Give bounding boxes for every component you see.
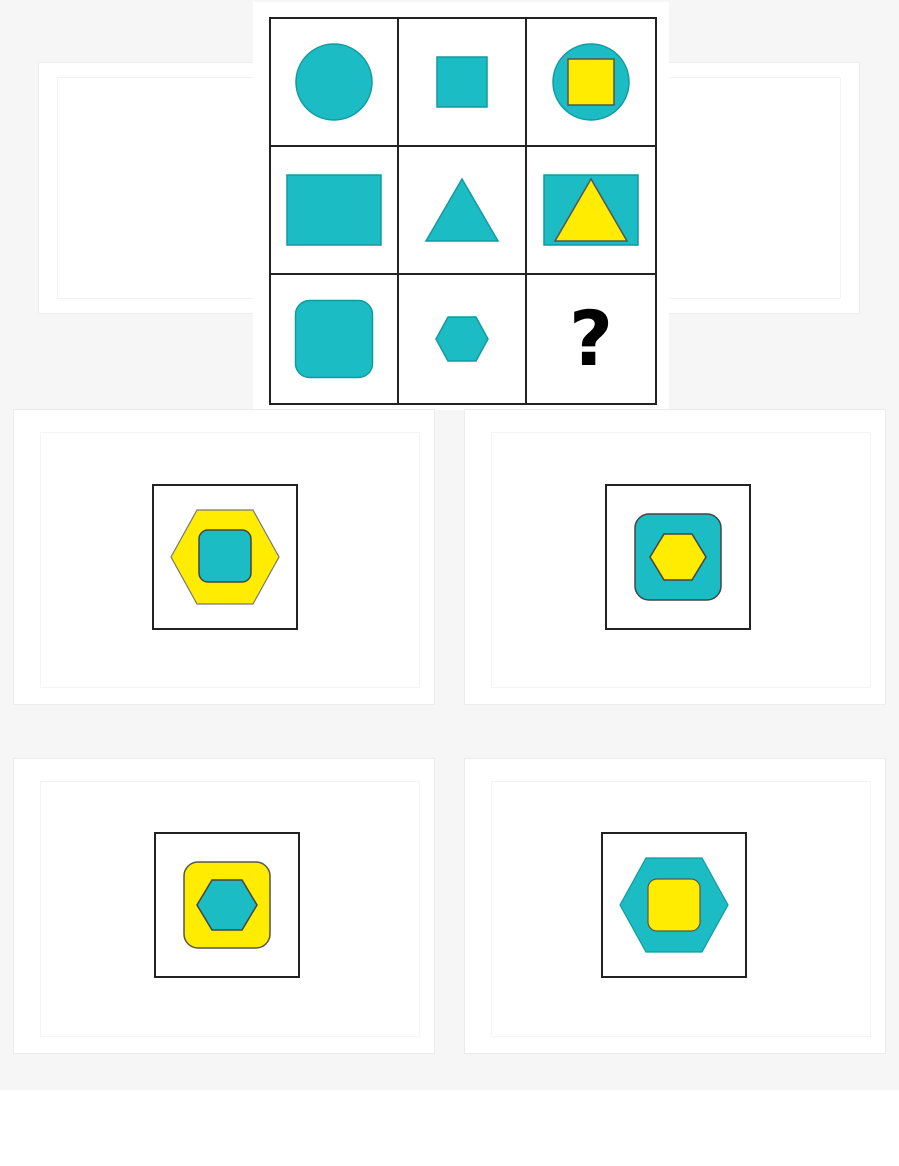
cell-3-1-rounded-square — [271, 275, 399, 403]
option-card-3[interactable] — [13, 758, 435, 1054]
option-3-figure[interactable] — [154, 832, 300, 978]
option-card-4[interactable] — [464, 758, 886, 1054]
yellow-hexagon-with-teal-square — [170, 509, 280, 605]
teal-hexagon-with-yellow-square — [619, 857, 729, 953]
question-mark: ? — [568, 294, 614, 383]
cell-2-1-rectangle — [271, 147, 399, 275]
puzzle-grid: ? — [269, 17, 657, 405]
circle-with-square-shape — [552, 43, 630, 121]
cell-3-3-question: ? — [527, 275, 655, 403]
option-2-figure[interactable] — [605, 484, 751, 630]
rounded-square-shape — [294, 299, 374, 379]
option-card-2[interactable] — [464, 409, 886, 705]
yellow-square-with-teal-hexagon — [183, 861, 271, 949]
cell-2-2-triangle — [399, 147, 527, 275]
cell-1-3-circle-with-square — [527, 19, 655, 147]
square-shape — [436, 56, 488, 108]
cell-1-1-circle — [271, 19, 399, 147]
option-4-figure[interactable] — [601, 832, 747, 978]
option-card-1[interactable] — [13, 409, 435, 705]
rectangle-shape — [286, 174, 382, 246]
puzzle-panel: ? — [253, 2, 669, 410]
teal-square-with-yellow-hexagon — [634, 513, 722, 601]
option-1-figure[interactable] — [152, 484, 298, 630]
circle-shape — [295, 43, 373, 121]
triangle-shape — [424, 177, 500, 242]
cell-1-2-square — [399, 19, 527, 147]
cell-2-3-rectangle-with-triangle — [527, 147, 655, 275]
cell-3-2-hexagon — [399, 275, 527, 403]
rectangle-with-triangle-shape — [543, 174, 639, 246]
hexagon-shape — [435, 316, 489, 362]
